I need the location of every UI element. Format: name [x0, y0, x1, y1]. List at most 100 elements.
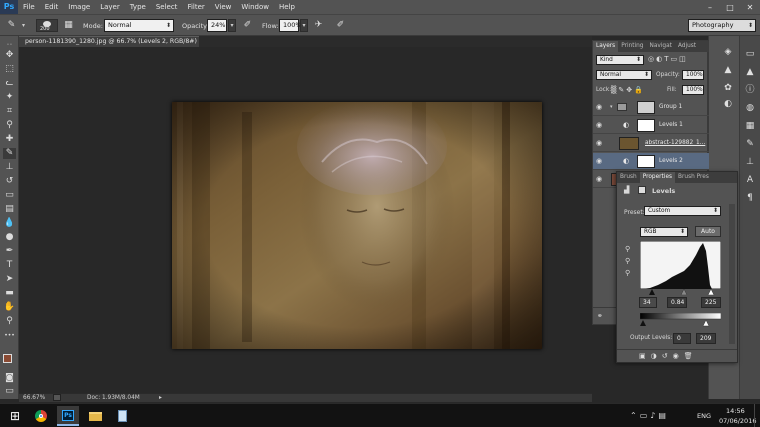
tab-brush[interactable]: Brush [617, 172, 640, 183]
quick-selection-tool-icon[interactable]: ✦ [3, 92, 16, 103]
crop-tool-icon[interactable]: ⌗ [3, 106, 16, 117]
auto-button[interactable]: Auto [695, 226, 721, 237]
layer-mask-thumbnail[interactable] [637, 119, 655, 132]
layer-row-levels-2[interactable]: ◉ ◐ Levels 2 [593, 153, 709, 170]
eye-icon[interactable]: ◉ [596, 175, 605, 183]
menu-type[interactable]: Type [125, 3, 151, 11]
eraser-tool-icon[interactable]: ▭ [3, 190, 16, 201]
output-black-field[interactable]: 0 [673, 333, 691, 344]
marquee-tool-icon[interactable]: ⬚ [3, 64, 16, 75]
output-levels-gradient[interactable] [640, 313, 721, 327]
gray-point-eyedropper-icon[interactable]: ⚲ [625, 257, 630, 265]
gradient-tool-icon[interactable]: ▤ [3, 204, 16, 215]
eyedropper-tool-icon[interactable]: ⚲ [3, 120, 16, 131]
status-share-icon[interactable] [53, 394, 61, 401]
edit-toolbar-icon[interactable]: ••• [3, 330, 16, 341]
mode-dropdown[interactable]: Normal [104, 19, 174, 32]
dodge-tool-icon[interactable]: ● [3, 232, 16, 243]
layer-opacity-input[interactable]: 100% [682, 70, 704, 80]
lasso-tool-icon[interactable]: ᓚ [3, 78, 16, 89]
lock-icons[interactable]: ▒✎✥🔒 [611, 86, 645, 94]
flow-caret-icon[interactable]: ▾ [300, 19, 308, 32]
photoshop-taskbar-icon[interactable]: Ps [57, 406, 79, 426]
brush-tool-icon[interactable]: ✎ [3, 148, 16, 159]
clock-date[interactable]: 07/06/2016 [719, 417, 756, 425]
pressure-opacity-icon[interactable]: ✐ [242, 20, 253, 31]
eye-icon[interactable]: ◉ [596, 139, 605, 147]
brush-panel-toggle-icon[interactable]: ▦ [63, 20, 74, 31]
tab-brush-presets[interactable]: Brush Pres [675, 172, 712, 183]
color-picker-dock-icon[interactable]: ▲ [743, 66, 757, 79]
menu-window[interactable]: Window [236, 3, 274, 11]
file-explorer-icon[interactable] [84, 406, 106, 426]
workspace-switcher[interactable]: Photography [688, 19, 756, 32]
clock-time[interactable]: 14:56 [726, 407, 745, 415]
pressure-size-icon[interactable]: ✐ [335, 20, 346, 31]
layer-name[interactable]: abstract-129882_1... [645, 140, 705, 146]
rectangle-tool-icon[interactable]: ▬ [3, 288, 16, 299]
input-levels-sliders[interactable] [640, 289, 721, 295]
close-button[interactable]: ✕ [740, 3, 760, 12]
opacity-caret-icon[interactable]: ▾ [228, 19, 236, 32]
paths-dock-icon[interactable]: ▲ [721, 64, 735, 77]
properties-scrollbar[interactable] [729, 204, 735, 344]
channel-dropdown[interactable]: RGB [640, 227, 688, 237]
menu-view[interactable]: View [210, 3, 237, 11]
input-gamma-field[interactable]: 0.84 [667, 297, 687, 308]
brush-dock-icon[interactable]: ✎ [743, 138, 757, 151]
pen-tool-icon[interactable]: ✒ [3, 246, 16, 257]
chrome-icon[interactable] [30, 406, 52, 426]
hand-tool-icon[interactable]: ✋ [3, 302, 16, 313]
status-menu-arrow-icon[interactable]: ▸ [159, 394, 162, 402]
opacity-input[interactable]: 24% [207, 19, 227, 32]
menu-image[interactable]: Image [63, 3, 95, 11]
layer-name[interactable]: Levels 2 [659, 158, 683, 164]
eye-icon[interactable]: ◉ [596, 121, 605, 129]
layers-dock-icon[interactable]: ◈ [721, 46, 735, 59]
layer-filter-icons[interactable]: ◎◐T▭◫ [648, 55, 688, 63]
black-point-eyedropper-icon[interactable]: ⚲ [625, 245, 630, 253]
swatches-dock-icon[interactable]: ▦ [743, 120, 757, 133]
color-dock-icon[interactable]: ✿ [721, 82, 735, 95]
tab-adjustments[interactable]: Adjust [675, 41, 699, 52]
system-tray-icons[interactable]: ⌃▭♪▤ [630, 411, 669, 420]
mask-mode-icon[interactable] [638, 186, 646, 194]
menu-select[interactable]: Select [151, 3, 183, 11]
layer-row-levels-1[interactable]: ◉ ◐ Levels 1 [593, 117, 709, 134]
show-desktop-button[interactable] [754, 404, 760, 427]
layer-name[interactable]: Group 1 [659, 104, 682, 110]
adjustments-dock-icon[interactable]: ◐ [721, 98, 735, 111]
styles-dock-icon[interactable]: ◍ [743, 102, 757, 115]
blur-tool-icon[interactable]: 💧 [3, 218, 16, 229]
type-tool-icon[interactable]: T [3, 260, 16, 271]
layer-image-thumbnail[interactable] [619, 137, 639, 150]
menu-help[interactable]: Help [274, 3, 300, 11]
output-white-field[interactable]: 209 [696, 333, 716, 344]
menu-file[interactable]: File [18, 3, 40, 11]
paragraph-dock-icon[interactable]: ¶ [743, 192, 757, 205]
layer-name[interactable]: Levels 1 [659, 122, 683, 128]
tab-navigator[interactable]: Navigat [647, 41, 675, 52]
tab-properties[interactable]: Properties [639, 172, 676, 183]
history-dock-icon[interactable]: ▭ [743, 48, 757, 61]
blend-mode-dropdown[interactable]: Normal [596, 70, 652, 80]
brush-preset-picker[interactable]: 200 [36, 19, 58, 32]
layer-mask-thumbnail[interactable] [637, 155, 655, 168]
brush-tool-icon[interactable]: ✎ [6, 20, 17, 31]
clone-stamp-tool-icon[interactable]: ⊥ [3, 162, 16, 173]
airbrush-icon[interactable]: ✈ [313, 20, 324, 31]
healing-brush-tool-icon[interactable]: ✚ [3, 134, 16, 145]
menu-filter[interactable]: Filter [182, 3, 209, 11]
preset-dropdown[interactable]: Custom [644, 206, 721, 216]
character-dock-icon[interactable]: A [743, 174, 757, 187]
path-selection-tool-icon[interactable]: ➤ [3, 274, 16, 285]
notepad-icon[interactable] [111, 406, 133, 426]
flow-input[interactable]: 100% [279, 19, 302, 32]
input-black-field[interactable]: 34 [639, 297, 657, 308]
maximize-button[interactable]: □ [720, 3, 740, 12]
tab-layers[interactable]: Layers [593, 41, 619, 52]
fill-input[interactable]: 100% [682, 85, 704, 95]
properties-footer-icons[interactable]: ▣◑↺◉🗑 [617, 349, 737, 362]
clone-source-dock-icon[interactable]: ⊥ [743, 156, 757, 169]
white-point-eyedropper-icon[interactable]: ⚲ [625, 269, 630, 277]
